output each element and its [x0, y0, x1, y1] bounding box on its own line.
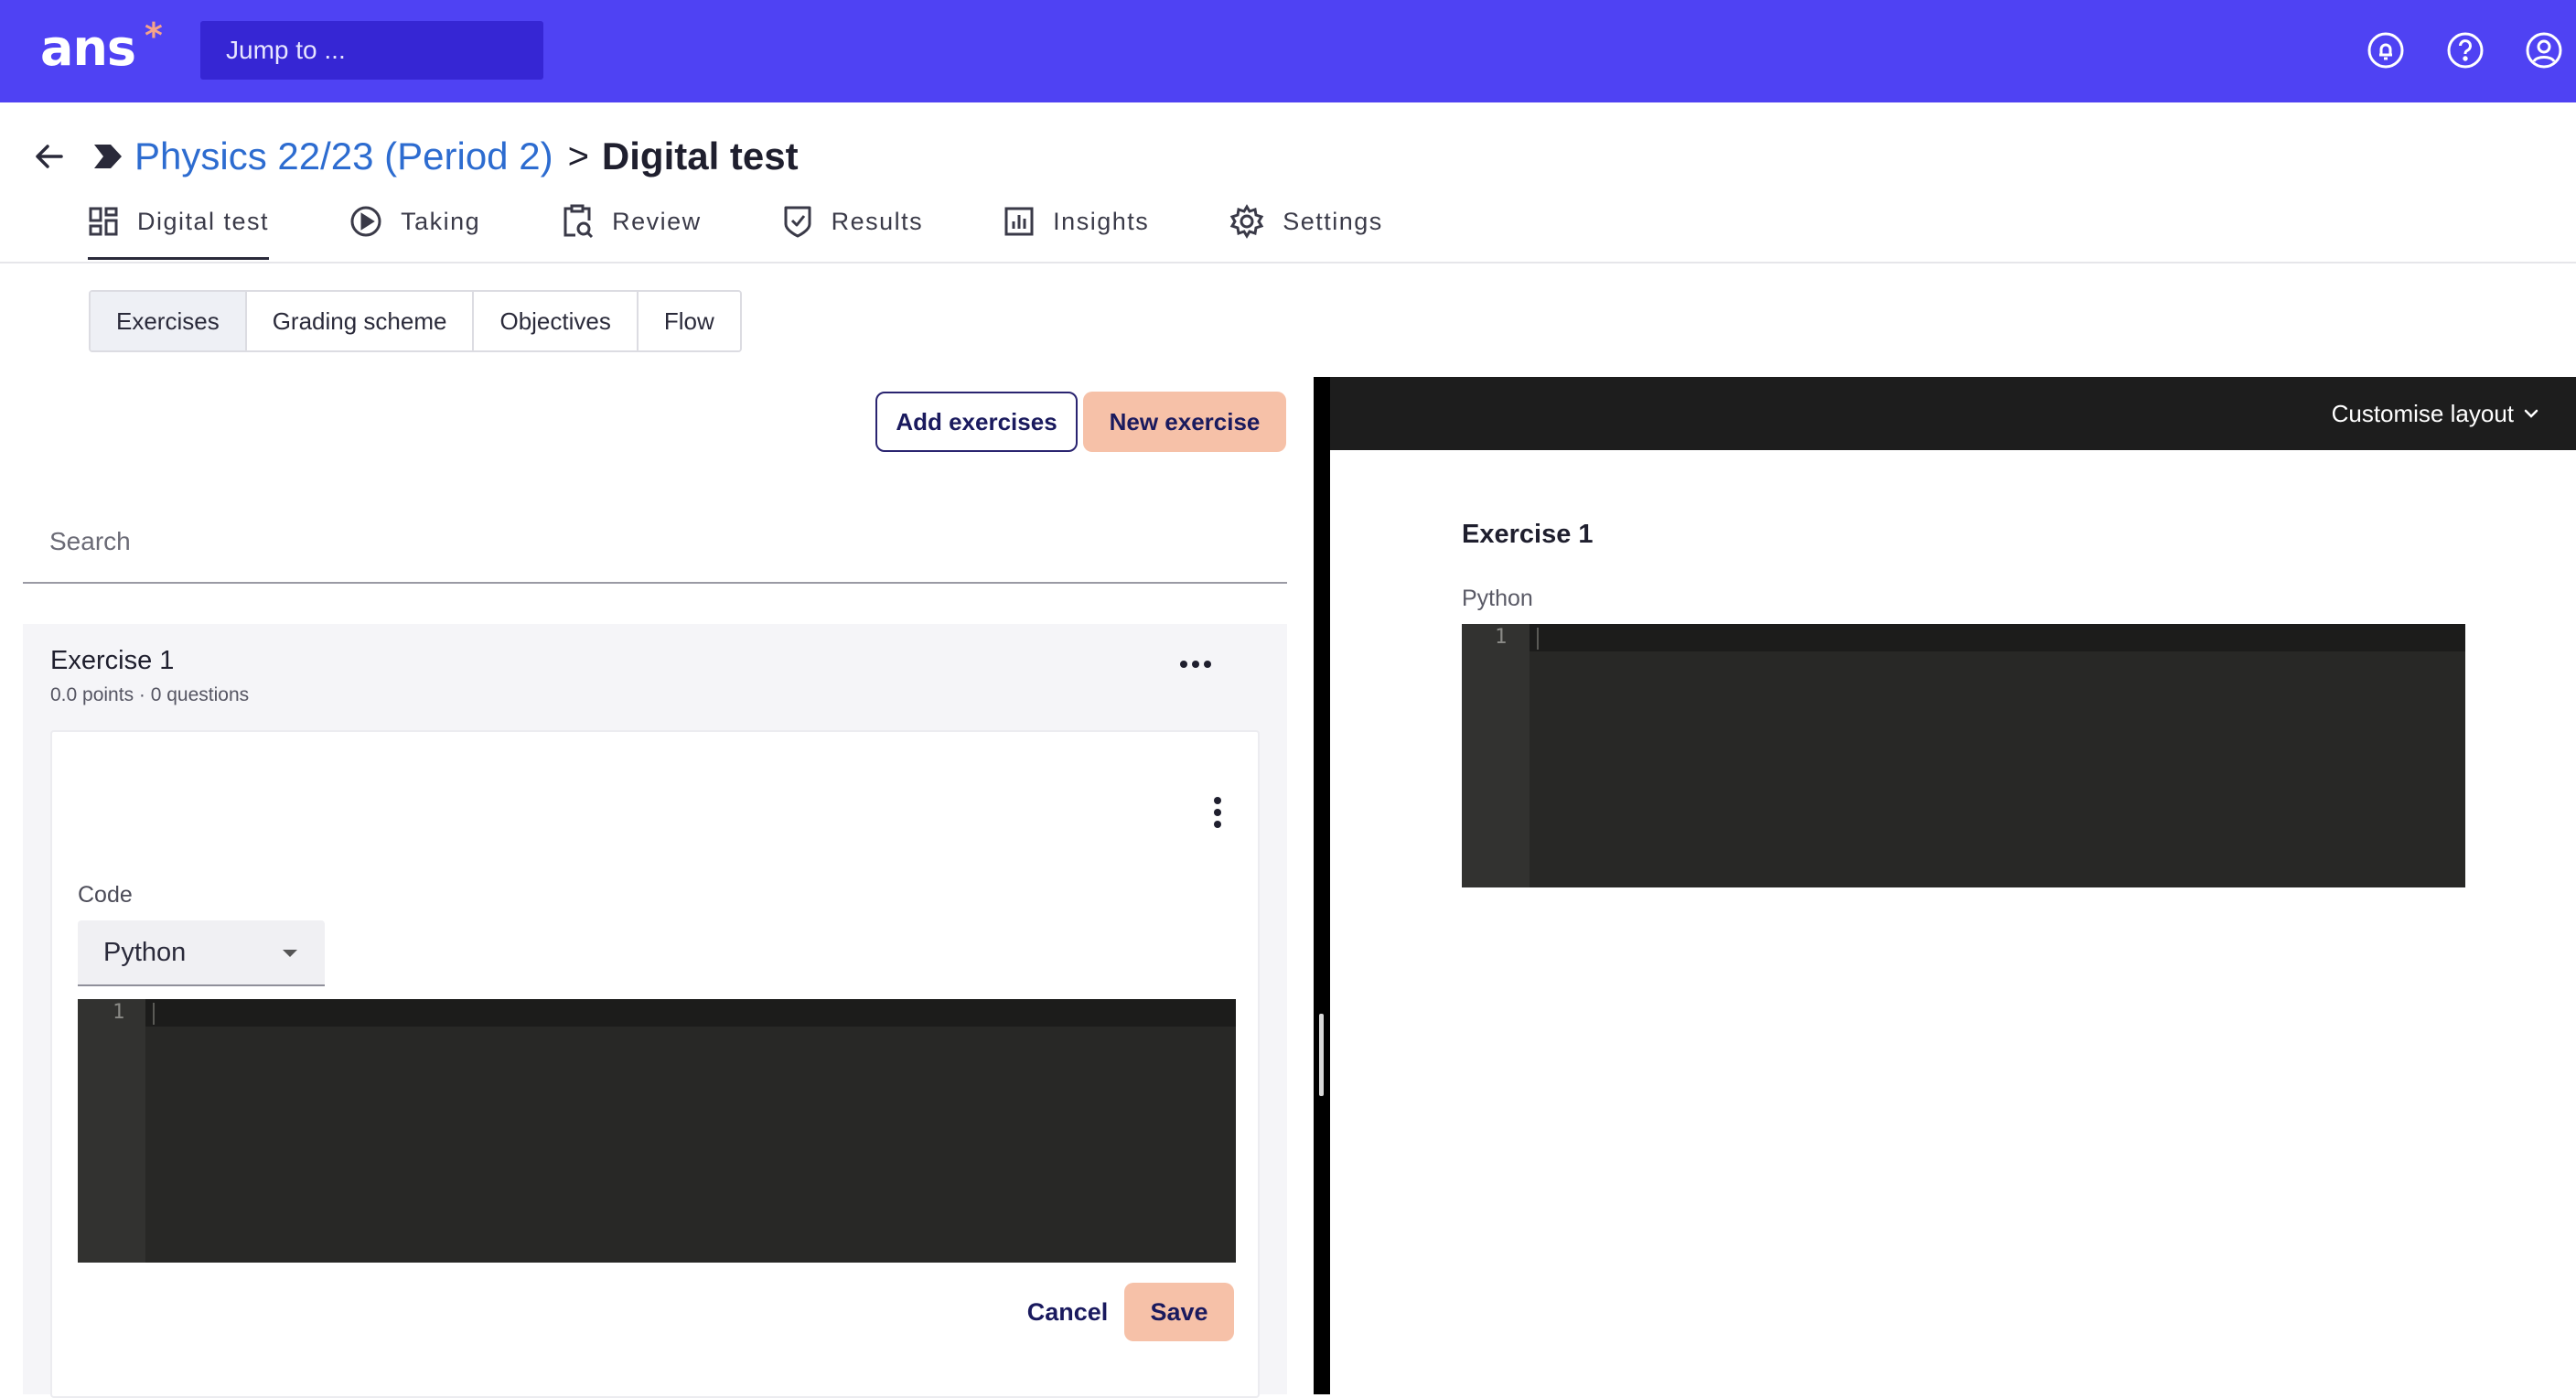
top-bar: ans * Jump to ... [0, 0, 2576, 102]
cancel-button[interactable]: Cancel [1013, 1283, 1122, 1341]
editor-gutter [78, 999, 145, 1263]
app-logo[interactable]: ans * [40, 16, 163, 81]
tab-results[interactable]: Results [782, 194, 924, 249]
preview-code-editor[interactable]: 1 [1462, 624, 2465, 887]
save-button[interactable]: Save [1124, 1283, 1234, 1341]
gear-icon [1229, 204, 1283, 239]
exercise-meta: 0.0 points · 0 questions [50, 684, 250, 705]
page-title: Digital test [601, 134, 799, 177]
tab-insights[interactable]: Insights [1004, 194, 1149, 249]
preview-language-label: Python [1462, 586, 1533, 611]
subtab-exercises[interactable]: Exercises [91, 292, 247, 350]
more-horizontal-icon[interactable] [1177, 657, 1214, 672]
more-vertical-icon[interactable] [1210, 794, 1225, 831]
exercise-title[interactable]: Exercise 1 [50, 646, 174, 676]
subtabs: Exercises Grading scheme Objectives Flow [89, 290, 742, 352]
breadcrumb-separator: > [567, 136, 589, 177]
new-exercise-button[interactable]: New exercise [1083, 392, 1286, 452]
tab-digital-test[interactable]: Digital test [88, 194, 270, 260]
customise-layout-label: Customise layout [2331, 400, 2514, 427]
bar-chart-icon [1004, 206, 1053, 237]
code-label: Code [78, 882, 133, 908]
add-exercises-button[interactable]: Add exercises [875, 392, 1078, 452]
line-number: 1 [1495, 626, 1508, 649]
breadcrumb-course-link[interactable]: Physics 22/23 (Period 2) [134, 134, 553, 179]
tab-label: Results [831, 207, 924, 235]
line-number: 1 [113, 1001, 125, 1024]
subtab-grading-scheme[interactable]: Grading scheme [246, 292, 475, 350]
tab-taking[interactable]: Taking [349, 194, 480, 249]
play-circle-icon [349, 205, 401, 238]
editor-gutter [1462, 624, 1530, 887]
text-cursor [1537, 628, 1539, 650]
header-divider [0, 262, 2576, 263]
tab-label: Insights [1053, 207, 1150, 235]
jump-to-input[interactable]: Jump to ... [200, 21, 543, 80]
tab-label: Digital test [137, 207, 270, 235]
back-arrow-icon[interactable] [31, 138, 68, 175]
panel-splitter[interactable] [1314, 377, 1330, 1394]
code-editor[interactable]: 1 [78, 999, 1236, 1263]
tab-label: Review [612, 207, 702, 235]
caret-down-icon [283, 950, 297, 957]
exercise-card: Exercise 1 0.0 points · 0 questions Code… [23, 624, 1287, 1398]
active-line [78, 999, 1236, 1027]
text-cursor [153, 1003, 155, 1025]
course-chevron-icon [92, 143, 123, 170]
customise-layout-button[interactable]: Customise layout [2332, 377, 2539, 450]
preview-exercise-title: Exercise 1 [1462, 520, 1594, 549]
account-icon[interactable] [2524, 30, 2564, 70]
language-select[interactable]: Python [78, 920, 325, 986]
tab-label: Settings [1283, 207, 1383, 235]
breadcrumb: Physics 22/23 (Period 2) > Digital test [134, 134, 799, 179]
preview-toolbar: Customise layout [1330, 377, 2576, 450]
logo-text: ans [40, 19, 136, 77]
shield-check-icon [782, 204, 832, 239]
preview-panel: Exercise 1 Python 1 [1330, 450, 2576, 1394]
help-icon[interactable] [2445, 30, 2485, 70]
tab-settings[interactable]: Settings [1229, 194, 1383, 249]
splitter-drag-handle[interactable] [1319, 1014, 1324, 1096]
tab-label: Taking [401, 207, 481, 235]
main-tabs: Digital test Taking Review Results Insig… [88, 194, 1464, 262]
notification-icon[interactable] [2366, 30, 2406, 70]
question-card: Code Python 1 Cancel Save [50, 730, 1260, 1398]
subtab-objectives[interactable]: Objectives [474, 292, 639, 350]
grid-icon [88, 206, 137, 237]
language-select-value: Python [103, 938, 187, 967]
subtab-flow[interactable]: Flow [638, 292, 740, 350]
chevron-down-icon [2514, 408, 2539, 419]
tab-review[interactable]: Review [561, 194, 702, 249]
logo-mark: * [145, 16, 163, 56]
search-input[interactable] [23, 501, 1287, 584]
clipboard-search-icon [561, 204, 612, 239]
active-line [1462, 624, 2465, 651]
